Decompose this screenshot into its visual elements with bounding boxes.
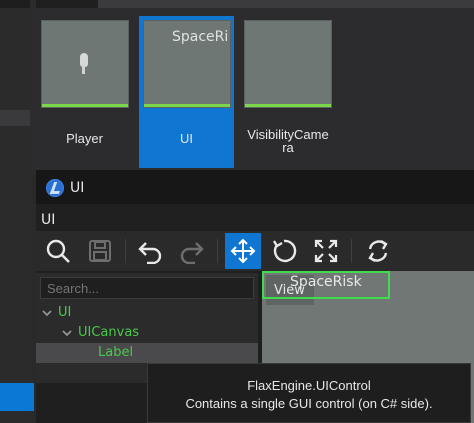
asset-label: UI: [180, 131, 193, 146]
asset-label: Player: [66, 131, 103, 146]
asset-name-row: UI: [36, 207, 474, 231]
toolbar-separator: [351, 239, 352, 263]
asset-thumbnail: [244, 20, 332, 108]
chevron-down-icon[interactable]: [42, 308, 52, 318]
flax-logo-icon: [46, 179, 64, 197]
asset-label-line2: ra: [282, 140, 294, 155]
undo-icon[interactable]: [134, 235, 166, 267]
viewport-label-text: SpaceRisk: [290, 274, 362, 290]
left-panel: [0, 0, 34, 423]
player-icon: [80, 53, 88, 74]
redo-icon[interactable]: [176, 235, 208, 267]
tree-item-label: UI: [58, 305, 72, 320]
left-panel-header: [0, 0, 30, 8]
tree-search-input[interactable]: [40, 277, 254, 299]
toolbar-separator: [125, 239, 126, 263]
scale-icon[interactable]: [310, 235, 342, 267]
search-icon[interactable]: [42, 235, 74, 267]
move-icon[interactable]: [225, 233, 261, 269]
asset-thumbnail: SpaceRi: [143, 20, 231, 108]
asset-thumbnail-text: SpaceRi: [172, 29, 229, 45]
asset-type-bar: [42, 104, 128, 107]
left-panel-selected-item[interactable]: [0, 383, 34, 411]
tree-item-uicanvas[interactable]: UICanvas: [36, 323, 258, 343]
asset-type-bar: [144, 104, 230, 107]
tooltip: FlaxEngine.UIControl Contains a single G…: [147, 363, 471, 423]
toolbar-separator: [217, 239, 218, 263]
asset-name: UI: [41, 212, 56, 228]
tree-item-label: Label: [98, 345, 134, 360]
content-browser-tab[interactable]: [98, 0, 474, 8]
asset-thumbnail: [41, 20, 129, 108]
rotate-icon[interactable]: [268, 235, 300, 267]
editor-toolbar: [36, 231, 474, 271]
asset-visibility-camera[interactable]: VisibilityCame ra: [240, 16, 336, 168]
tooltip-description: Contains a single GUI control (on C# sid…: [185, 396, 433, 411]
window-title: UI: [70, 180, 85, 196]
left-panel-strip: [0, 110, 30, 126]
asset-player[interactable]: Player: [37, 16, 132, 168]
tree-item-label: UICanvas: [78, 325, 140, 340]
tree-item-ui[interactable]: UI: [36, 303, 258, 323]
chevron-down-icon[interactable]: [62, 328, 72, 338]
tooltip-title: FlaxEngine.UIControl: [247, 378, 371, 393]
tree-item-label-node[interactable]: Label: [36, 343, 258, 363]
save-icon[interactable]: [84, 235, 116, 267]
asset-ui[interactable]: SpaceRi UI: [139, 16, 234, 168]
content-browser-topbar: [36, 0, 474, 8]
window-title-bar[interactable]: UI: [36, 170, 474, 204]
asset-type-bar: [245, 104, 331, 107]
refresh-icon[interactable]: [362, 235, 394, 267]
